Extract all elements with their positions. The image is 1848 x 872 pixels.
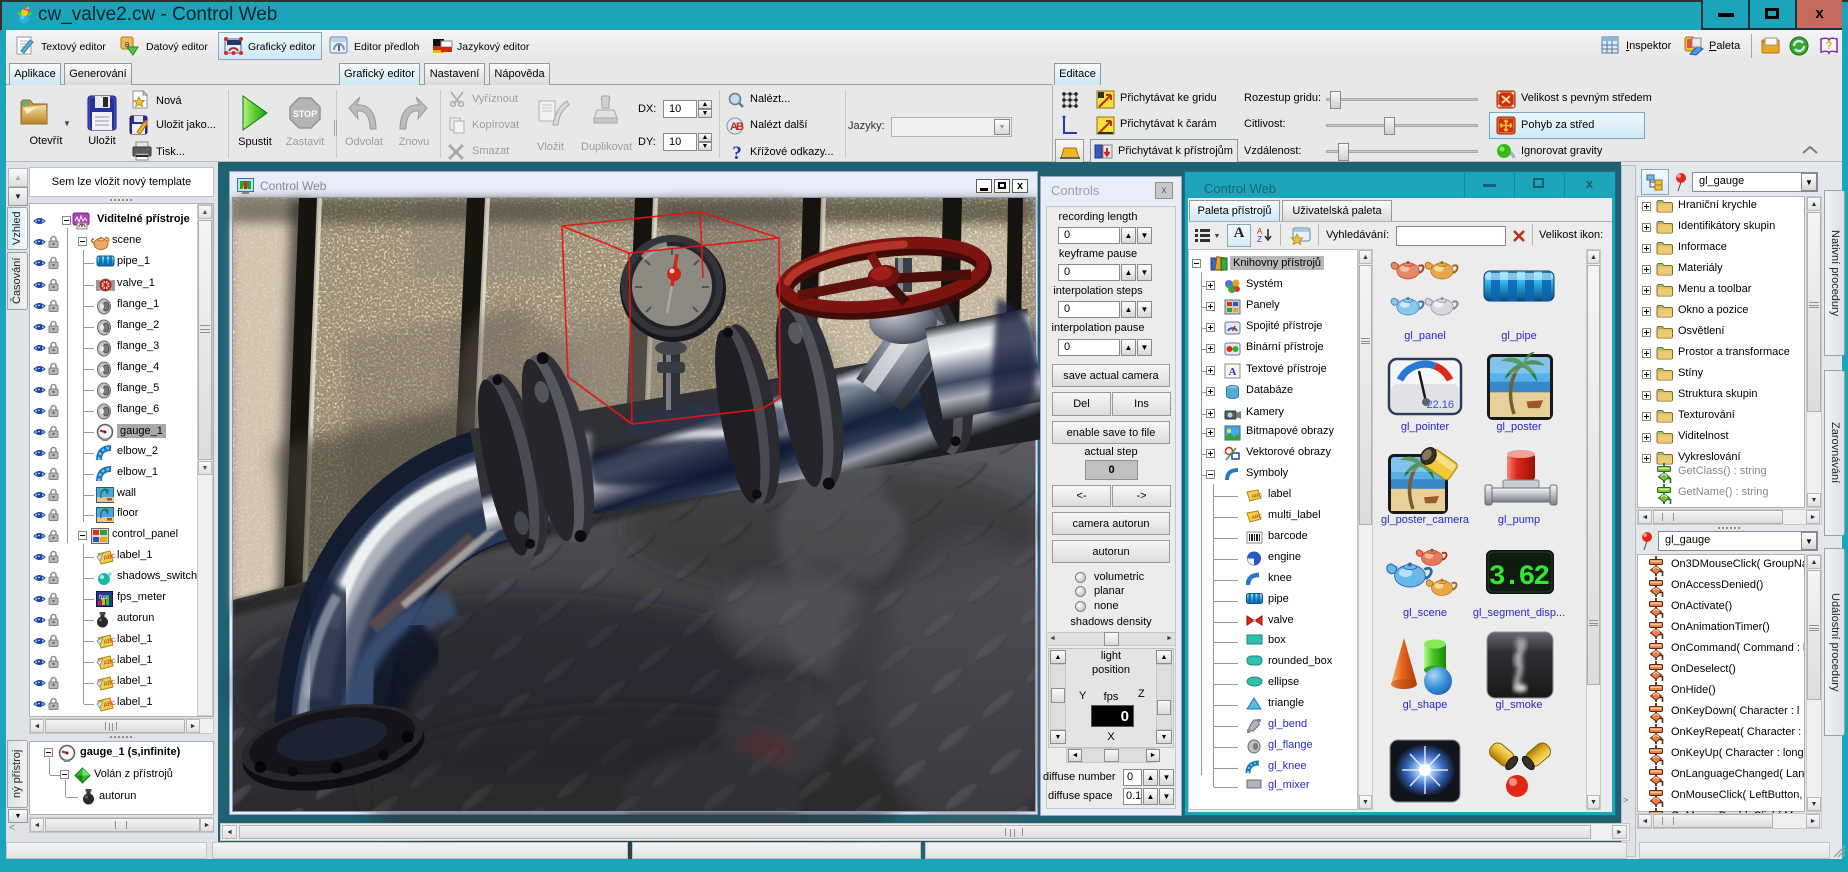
svg-text:A: A (1229, 366, 1237, 378)
svg-text:STOP: STOP (293, 109, 317, 119)
svg-text:ABC: ABC (1251, 492, 1263, 500)
svg-text:ABC: ABC (1251, 513, 1263, 521)
svg-text:?: ? (732, 143, 742, 164)
svg-text:?: ? (1826, 40, 1833, 52)
svg-text:fps: fps (99, 595, 107, 601)
svg-text:Z: Z (1257, 235, 1262, 244)
svg-text:22.16: 22.16 (1426, 399, 1454, 411)
svg-text:B: B (736, 121, 744, 133)
svg-text:3.62: 3.62 (1489, 562, 1549, 593)
